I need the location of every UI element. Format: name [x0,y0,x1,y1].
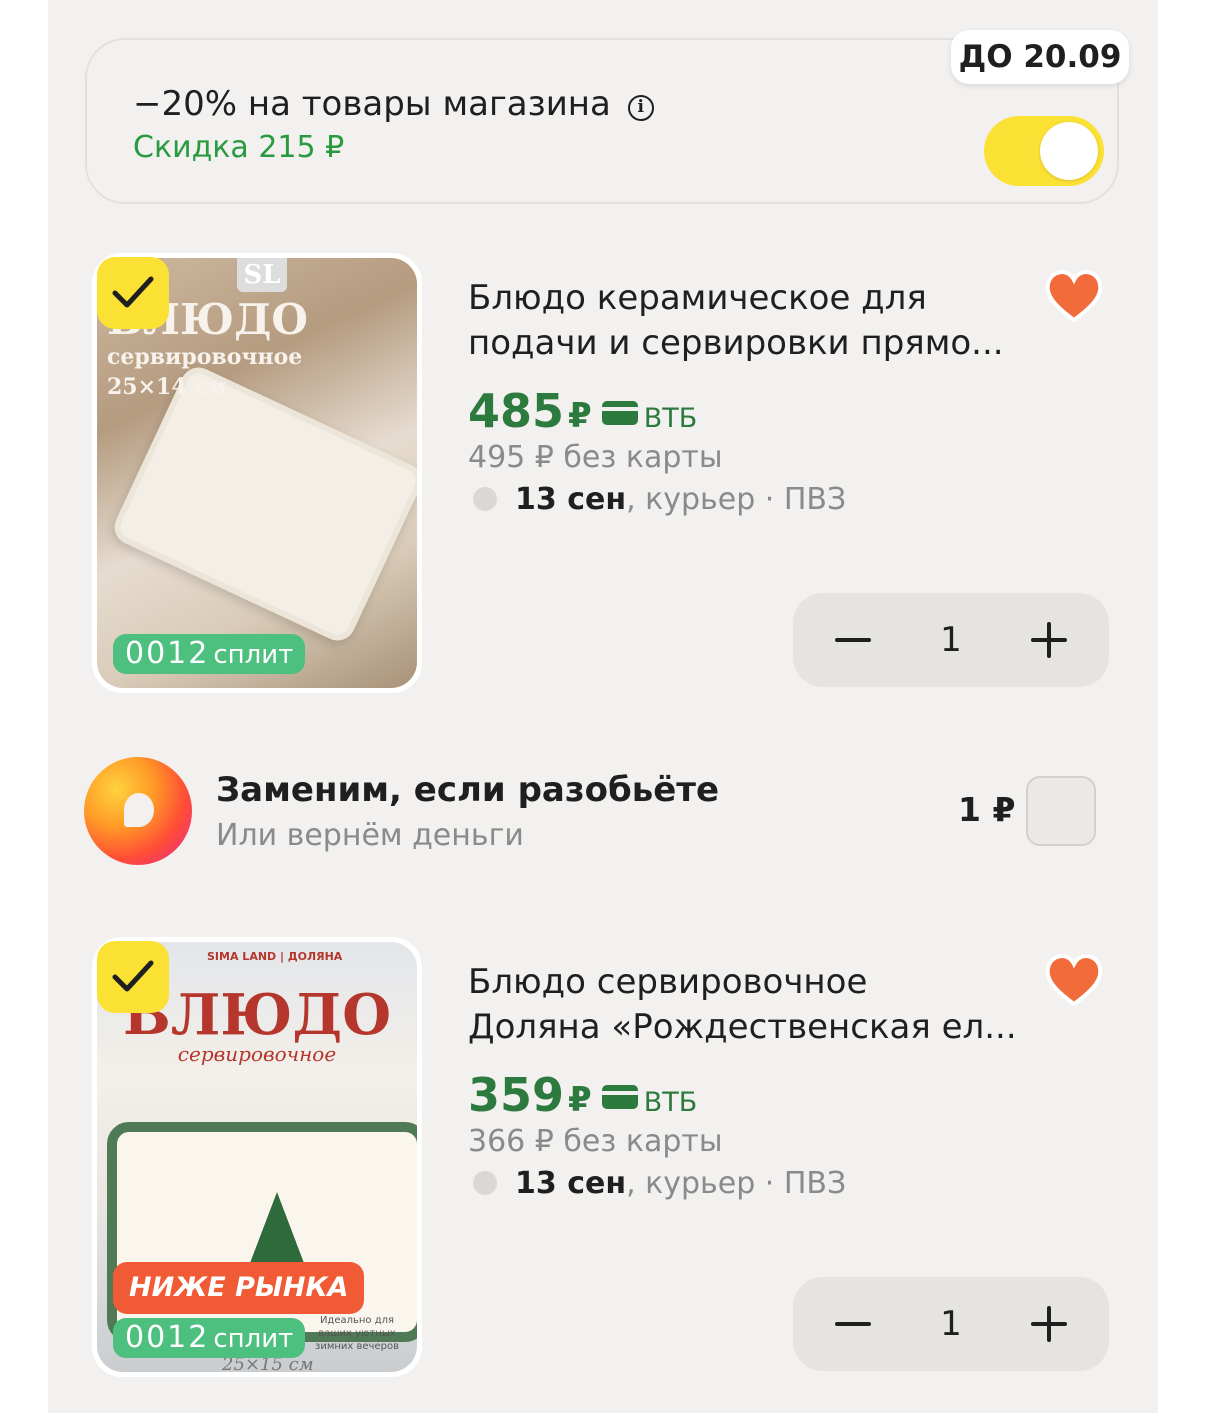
bank-card-icon [601,1085,638,1109]
product-1-quantity-stepper: 1 [793,593,1109,687]
quantity-value: 1 [940,1304,962,1344]
insurance-title[interactable]: Заменим, если разобьёте [216,770,719,810]
split-badge: 0012 сплит [113,1318,306,1358]
insurance-logo [84,757,192,865]
product-1-old-price: 495 ₽ без карты [468,440,723,475]
check-icon [112,960,154,992]
promo-deadline-badge: ДО 20.09 [951,30,1129,84]
heart-icon[interactable] [1044,268,1104,324]
split-badge: 0012 сплит [113,634,306,674]
bank-card-icon [601,401,638,425]
brand-logo: SIMA LAND | ДОЛЯНА [207,950,343,963]
image-subtitle: сервировочное [177,1042,337,1066]
product-2-quantity-stepper: 1 [793,1277,1109,1371]
delivery-dot-icon [473,487,497,511]
product-2-old-price: 366 ₽ без карты [468,1124,723,1159]
minus-icon[interactable] [835,638,871,642]
product-1-checkbox[interactable] [97,257,169,329]
product-1-delivery: 13 сен, курьер · ПВЗ [473,482,846,517]
insurance-subtitle: Или вернём деньги [216,818,524,853]
insurance-checkbox[interactable] [1026,776,1096,846]
heart-icon[interactable] [1044,952,1104,1008]
product-1-price: 485 ₽ ВТБ [468,384,698,438]
insurance-price: 1 ₽ [958,790,1016,829]
quantity-value: 1 [940,620,962,660]
promo-discount: Скидка 215 ₽ [133,130,345,165]
delivery-dot-icon [473,1171,497,1195]
product-1-title[interactable]: Блюдо керамическое для подачи и сервиров… [468,276,1028,366]
toggle-knob [1040,122,1098,180]
check-icon [112,276,154,308]
promo-title: −20% на товары магазина [133,84,611,124]
info-icon[interactable]: i [627,95,654,121]
product-2-title[interactable]: Блюдо сервировочное Доляна «Рождественск… [468,960,1028,1050]
dish-illustration [108,361,417,647]
plus-icon[interactable] [1047,622,1051,658]
promo-title-row: −20% на товары магазина i [133,84,654,124]
promo-toggle[interactable] [984,116,1104,186]
product-2-price: 359 ₽ ВТБ [468,1068,698,1122]
image-footer: Идеально для ваших уютных зимних вечеров [315,1315,399,1352]
brand-logo: SL [237,258,287,292]
below-market-badge: НИЖЕ РЫНКА [113,1262,365,1314]
product-2-checkbox[interactable] [97,941,169,1013]
product-2-delivery: 13 сен, курьер · ПВЗ [473,1166,846,1201]
minus-icon[interactable] [835,1322,871,1326]
plus-icon[interactable] [1047,1306,1051,1342]
